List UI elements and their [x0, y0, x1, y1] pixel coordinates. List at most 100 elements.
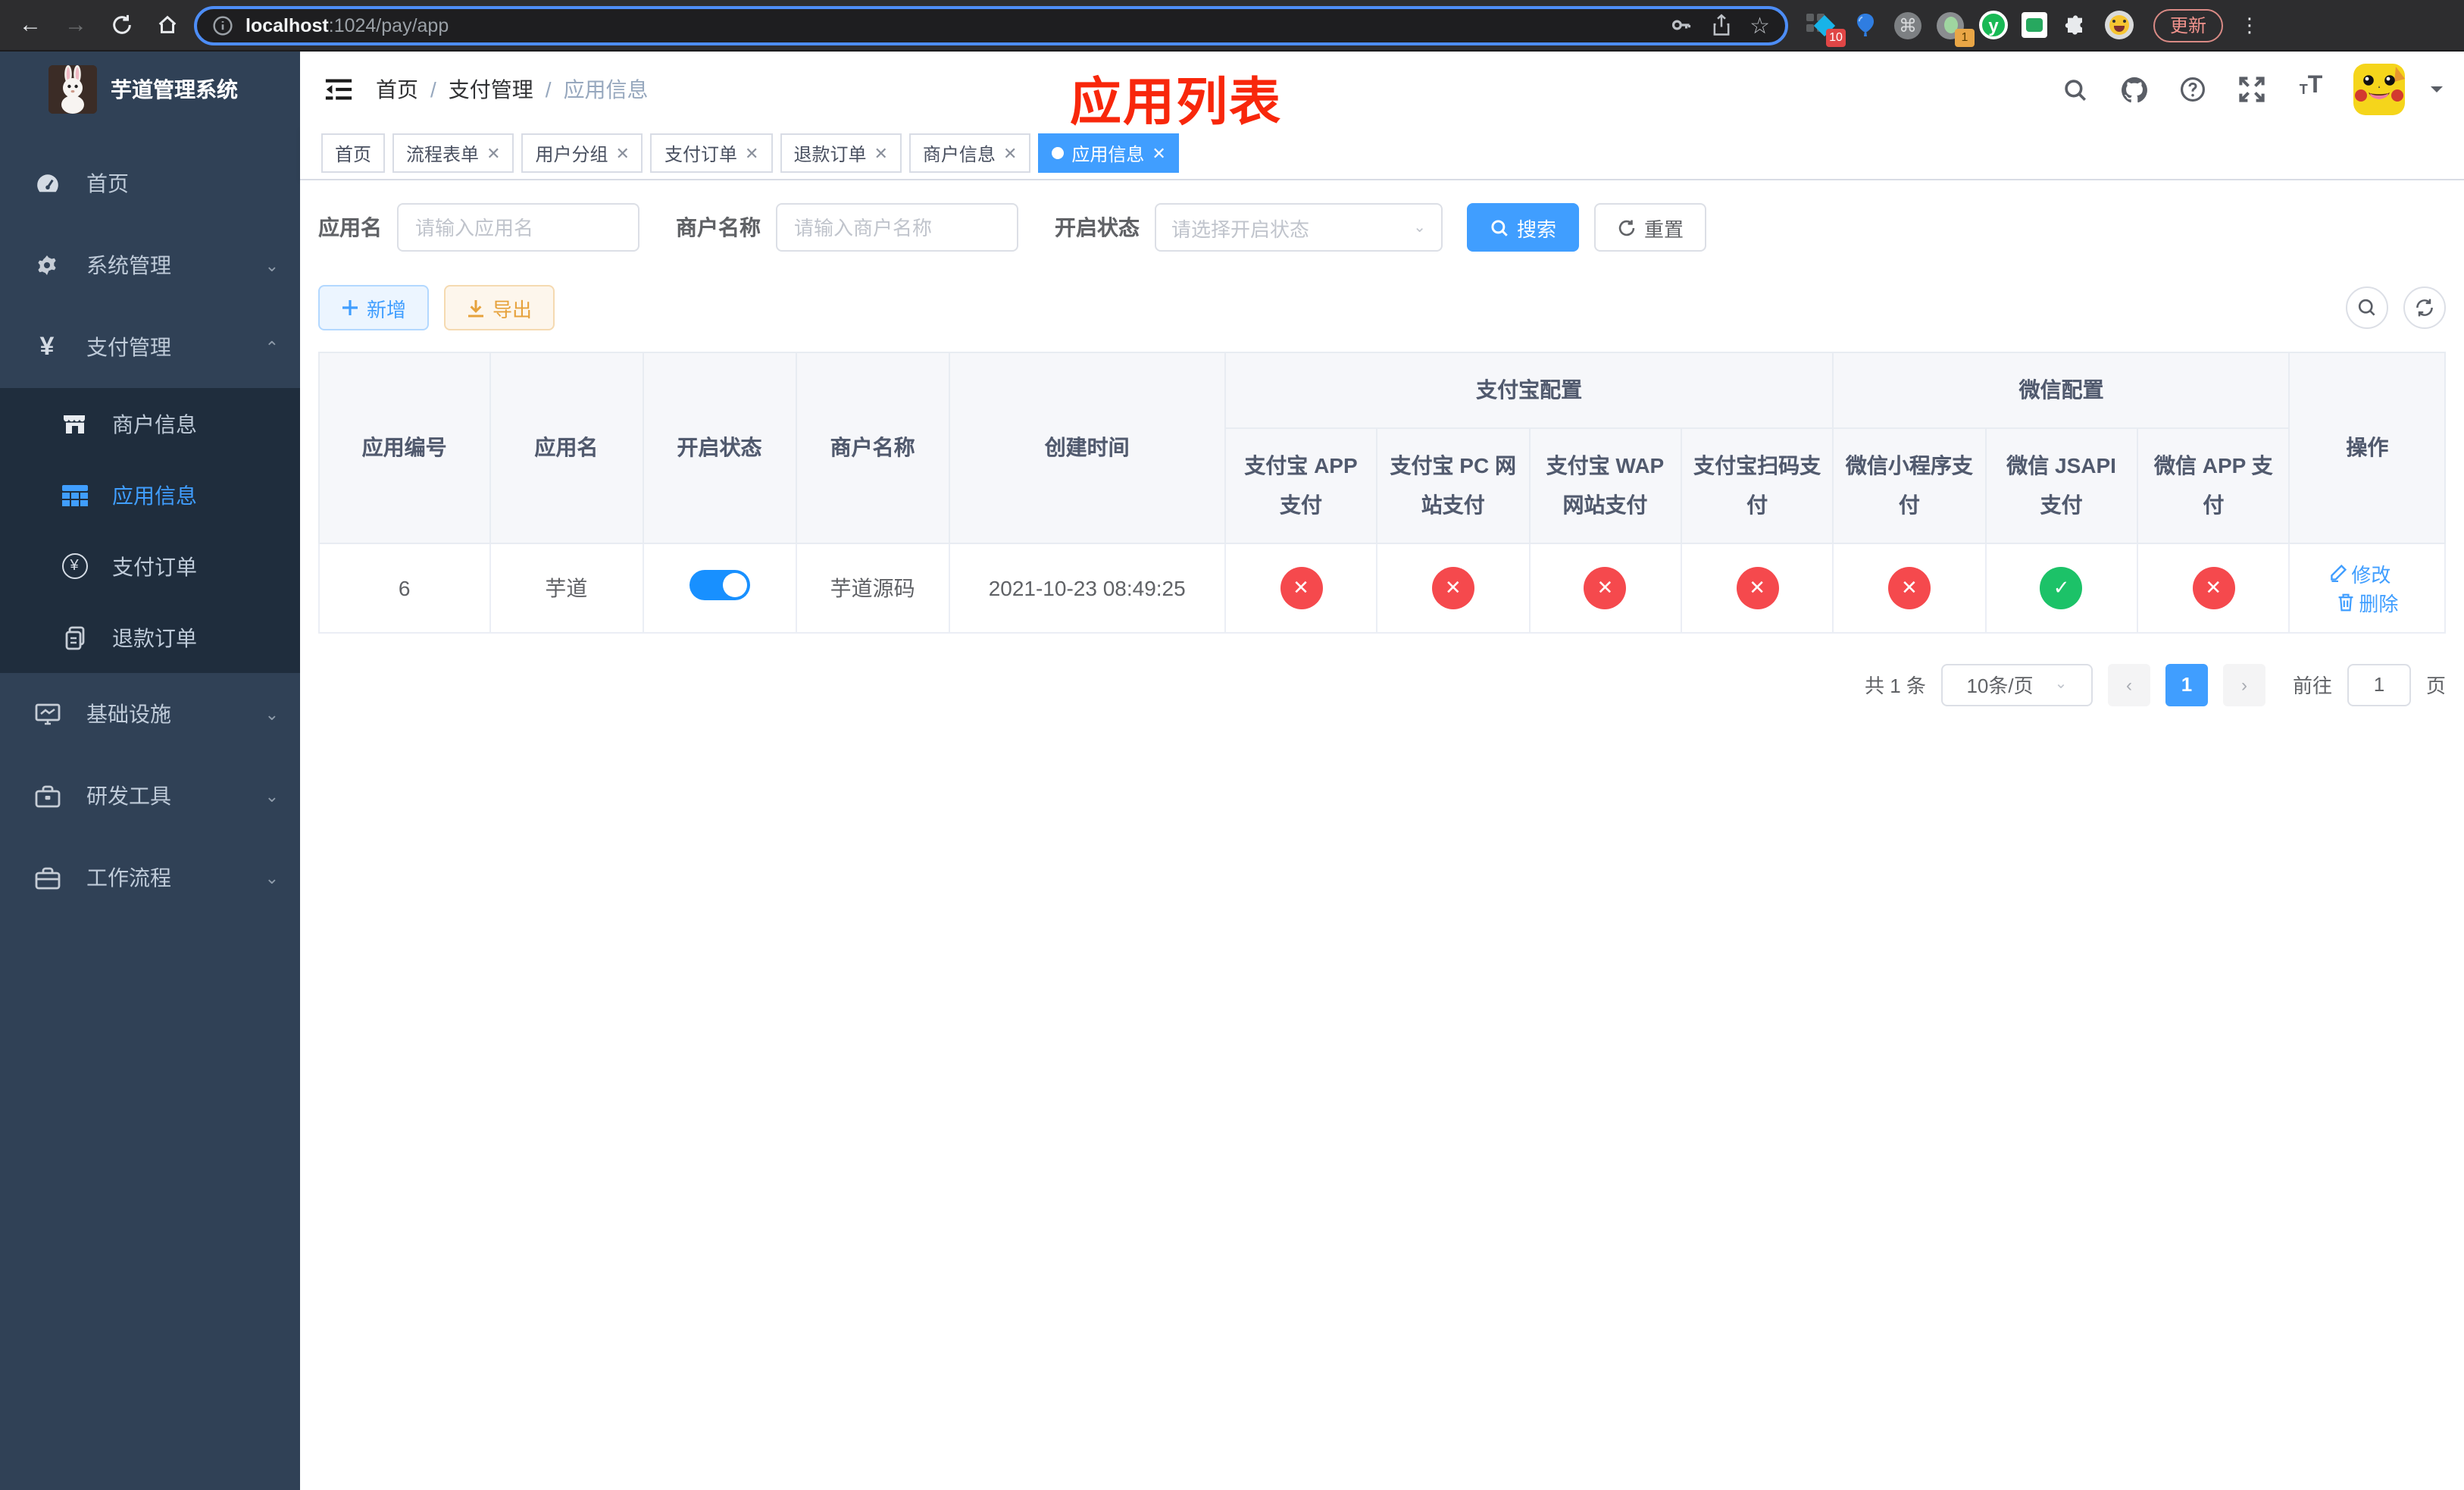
edit-button[interactable]: 修改 — [2328, 559, 2391, 588]
status-cross-icon: ✕ — [2192, 566, 2235, 609]
sidebar-item-app-info[interactable]: 应用信息 — [0, 459, 300, 531]
close-icon[interactable]: ✕ — [874, 143, 887, 163]
address-bar[interactable]: localhost:1024/pay/app ☆ — [194, 5, 1788, 45]
add-button[interactable]: 新增 — [318, 285, 430, 330]
refresh-table-button[interactable] — [2403, 286, 2446, 329]
extensions-puzzle-icon[interactable] — [2061, 10, 2091, 40]
ext-y-icon[interactable]: y — [1979, 11, 2008, 39]
status-select[interactable]: 请选择开启状态 ⌄ — [1155, 203, 1443, 252]
sidebar-item-payment[interactable]: ¥ 支付管理 ⌃ — [0, 306, 300, 388]
ext-command-icon[interactable]: ⌘ — [1894, 11, 1921, 39]
breadcrumb-home[interactable]: 首页 — [376, 74, 418, 105]
sidebar-item-label: 支付订单 — [112, 554, 197, 578]
cell-wechat-mini: ✕ — [1832, 542, 1987, 634]
close-icon[interactable]: ✕ — [1152, 143, 1165, 163]
merchant-name-input[interactable] — [776, 203, 1018, 252]
ext-balloon-icon[interactable] — [1850, 10, 1881, 40]
ext-badge: 10 — [1826, 28, 1846, 46]
goto-label: 前往 — [2292, 675, 2332, 698]
tab-merchant-info[interactable]: 商户信息 ✕ — [908, 133, 1031, 173]
close-icon[interactable]: ✕ — [745, 143, 758, 163]
header-search-icon[interactable] — [2058, 73, 2091, 106]
close-icon[interactable]: ✕ — [486, 143, 500, 163]
document-icon — [58, 625, 91, 650]
tab-refund-order[interactable]: 退款订单 ✕ — [780, 133, 902, 173]
browser-update-button[interactable]: 更新 — [2153, 8, 2224, 42]
status-cross-icon: ✕ — [1431, 566, 1474, 609]
sidebar-item-system[interactable]: 系统管理 ⌄ — [0, 224, 300, 306]
browser-menu-icon[interactable]: ⋮ — [2240, 13, 2259, 37]
reset-button[interactable]: 重置 — [1594, 203, 1707, 252]
prev-page-button[interactable]: ‹ — [2107, 663, 2150, 706]
share-icon[interactable] — [1710, 14, 1731, 36]
bookmark-star-icon[interactable]: ☆ — [1750, 11, 1770, 39]
breadcrumb-section[interactable]: 支付管理 — [449, 74, 533, 105]
sidebar-item-devtools[interactable]: 研发工具 ⌄ — [0, 755, 300, 837]
close-icon[interactable]: ✕ — [1003, 143, 1017, 163]
browser-home-icon[interactable] — [149, 7, 185, 43]
font-size-icon[interactable]: TT — [2294, 73, 2328, 106]
ext-chat-icon[interactable] — [2022, 12, 2047, 38]
search-button[interactable]: 搜索 — [1467, 203, 1580, 252]
status-toggle[interactable] — [689, 570, 750, 601]
sidebar-collapse-icon[interactable] — [321, 73, 355, 106]
app-logo-rabbit — [48, 65, 97, 114]
sidebar-item-label: 基础设施 — [86, 702, 171, 726]
sidebar-item-merchant-info[interactable]: 商户信息 — [0, 388, 300, 459]
next-page-button[interactable]: › — [2222, 663, 2265, 706]
browser-back-icon[interactable]: ← — [12, 7, 48, 43]
goto-page-input[interactable] — [2347, 663, 2411, 706]
col-alipay-app: 支付宝 APP 支付 — [1224, 427, 1378, 544]
grid-icon — [58, 484, 91, 506]
tab-app-info[interactable]: 应用信息 ✕ — [1038, 133, 1180, 173]
browser-forward-icon[interactable]: → — [58, 7, 94, 43]
sidebar-item-home[interactable]: 首页 — [0, 142, 300, 224]
close-icon[interactable]: ✕ — [616, 143, 630, 163]
browser-reload-icon[interactable] — [103, 7, 139, 43]
page-size-select[interactable]: 10条/页 ⌄ — [1940, 663, 2093, 706]
sidebar-item-label: 系统管理 — [86, 253, 171, 277]
tab-home[interactable]: 首页 — [321, 133, 386, 173]
col-merchant: 商户名称 — [795, 352, 950, 544]
page-content: 应用名 商户名称 开启状态 请选择开启状态 ⌄ 搜索 重置 — [300, 180, 2464, 1490]
url-text[interactable]: localhost:1024/pay/app — [245, 14, 1657, 36]
ext-recorder-icon[interactable]: 1 — [1935, 10, 1975, 46]
sidebar-item-refund-order[interactable]: 退款订单 — [0, 602, 300, 673]
dashboard-icon — [29, 171, 65, 196]
storefront-icon — [58, 412, 91, 436]
github-icon[interactable] — [2117, 73, 2150, 106]
sidebar-item-label: 应用信息 — [112, 483, 197, 507]
table-group-header-row: 应用编号 应用名 开启状态 商户名称 创建时间 支付宝配置 微信配置 操作 — [318, 352, 2446, 544]
show-search-button[interactable] — [2346, 286, 2388, 329]
status-cross-icon: ✕ — [1280, 566, 1322, 609]
tab-user-group[interactable]: 用户分组 ✕ — [521, 133, 643, 173]
avatar-caret-icon[interactable] — [2431, 86, 2443, 99]
cell-alipay-app: ✕ — [1224, 542, 1378, 634]
chevron-down-icon: ⌄ — [264, 787, 279, 806]
col-alipay-wap: 支付宝 WAP 网站支付 — [1528, 427, 1682, 544]
ext-sidebar-icon[interactable]: 10 — [1806, 10, 1846, 46]
export-button[interactable]: 导出 — [444, 285, 555, 330]
sidebar-item-pay-order[interactable]: ¥ 支付订单 — [0, 531, 300, 602]
help-icon[interactable] — [2176, 73, 2209, 106]
delete-button[interactable]: 删除 — [2336, 588, 2398, 617]
site-info-icon[interactable] — [212, 14, 233, 36]
app-name-input[interactable] — [397, 203, 639, 252]
profile-avatar-icon[interactable] — [2105, 11, 2134, 39]
fullscreen-icon[interactable] — [2235, 73, 2269, 106]
monitor-icon — [29, 702, 65, 726]
col-created: 创建时间 — [948, 352, 1226, 544]
cell-alipay-pc: ✕ — [1376, 542, 1531, 634]
sidebar-item-infra[interactable]: 基础设施 ⌄ — [0, 673, 300, 755]
page-number-button[interactable]: 1 — [2165, 663, 2208, 706]
app-logo-row[interactable]: 芋道管理系统 — [0, 52, 300, 127]
user-avatar[interactable] — [2353, 64, 2405, 115]
cell-wechat-app: ✕ — [2136, 542, 2290, 634]
password-key-icon[interactable] — [1669, 14, 1692, 36]
chevron-down-icon: ⌄ — [264, 869, 279, 887]
tab-process-form[interactable]: 流程表单 ✕ — [392, 133, 514, 173]
tab-pay-order[interactable]: 支付订单 ✕ — [650, 133, 773, 173]
cell-wechat-jsapi: ✓ — [1984, 542, 2138, 634]
app-name-label: 应用名 — [318, 215, 382, 239]
sidebar-item-workflow[interactable]: 工作流程 ⌄ — [0, 837, 300, 919]
